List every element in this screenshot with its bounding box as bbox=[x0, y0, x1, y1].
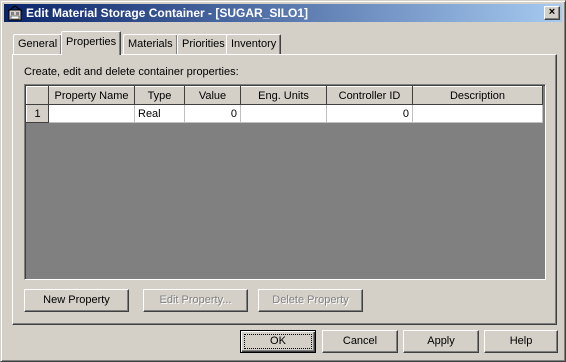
dialog-window: Edit Material Storage Container - [SUGAR… bbox=[0, 0, 566, 362]
storage-container-icon bbox=[7, 5, 23, 21]
property-name-cell[interactable] bbox=[48, 104, 135, 123]
grid-header-row: Property Name Type Value Eng. Units Cont… bbox=[26, 86, 543, 105]
grid-corner-cell[interactable] bbox=[26, 86, 49, 105]
table-row[interactable]: 1 Real 0 0 bbox=[26, 104, 543, 123]
tab-label: General bbox=[18, 38, 58, 50]
close-button[interactable]: × bbox=[544, 6, 560, 20]
tab-properties[interactable]: Properties bbox=[61, 31, 122, 55]
column-header-value[interactable]: Value bbox=[184, 86, 241, 105]
panel-description: Create, edit and delete container proper… bbox=[24, 66, 239, 78]
window-title: Edit Material Storage Container - [SUGAR… bbox=[26, 6, 309, 20]
tab-label: Properties bbox=[66, 36, 117, 48]
help-button[interactable]: Help bbox=[484, 330, 558, 353]
ok-button[interactable]: OK bbox=[240, 330, 316, 353]
properties-panel: Create, edit and delete container proper… bbox=[12, 54, 557, 325]
properties-table: Property Name Type Value Eng. Units Cont… bbox=[26, 86, 543, 123]
tab-general[interactable]: General bbox=[13, 34, 63, 54]
type-cell[interactable]: Real bbox=[134, 104, 185, 123]
column-header-type[interactable]: Type bbox=[134, 86, 185, 105]
column-header-description[interactable]: Description bbox=[412, 86, 543, 105]
controller-id-cell[interactable]: 0 bbox=[326, 104, 413, 123]
properties-grid[interactable]: Property Name Type Value Eng. Units Cont… bbox=[24, 84, 546, 280]
eng-units-cell[interactable] bbox=[240, 104, 327, 123]
value-cell[interactable]: 0 bbox=[184, 104, 241, 123]
column-header-property-name[interactable]: Property Name bbox=[48, 86, 135, 105]
apply-button[interactable]: Apply bbox=[403, 330, 479, 353]
new-property-button[interactable]: New Property bbox=[24, 289, 129, 312]
delete-property-button[interactable]: Delete Property bbox=[258, 289, 363, 312]
row-number-cell[interactable]: 1 bbox=[26, 104, 49, 123]
focus-rectangle bbox=[244, 334, 312, 349]
edit-property-button[interactable]: Edit Property... bbox=[143, 289, 248, 312]
tab-label: Inventory bbox=[231, 38, 277, 50]
tab-inventory[interactable]: Inventory bbox=[226, 34, 282, 54]
tab-priorities[interactable]: Priorities bbox=[177, 34, 230, 54]
column-header-eng-units[interactable]: Eng. Units bbox=[240, 86, 327, 105]
tab-materials[interactable]: Materials bbox=[123, 34, 178, 54]
cancel-button[interactable]: Cancel bbox=[322, 330, 398, 353]
column-header-controller-id[interactable]: Controller ID bbox=[326, 86, 413, 105]
tab-label: Priorities bbox=[182, 38, 225, 50]
title-bar[interactable]: Edit Material Storage Container - [SUGAR… bbox=[4, 4, 562, 22]
tab-label: Materials bbox=[128, 38, 173, 50]
description-cell[interactable] bbox=[412, 104, 543, 123]
close-icon: × bbox=[548, 6, 556, 18]
